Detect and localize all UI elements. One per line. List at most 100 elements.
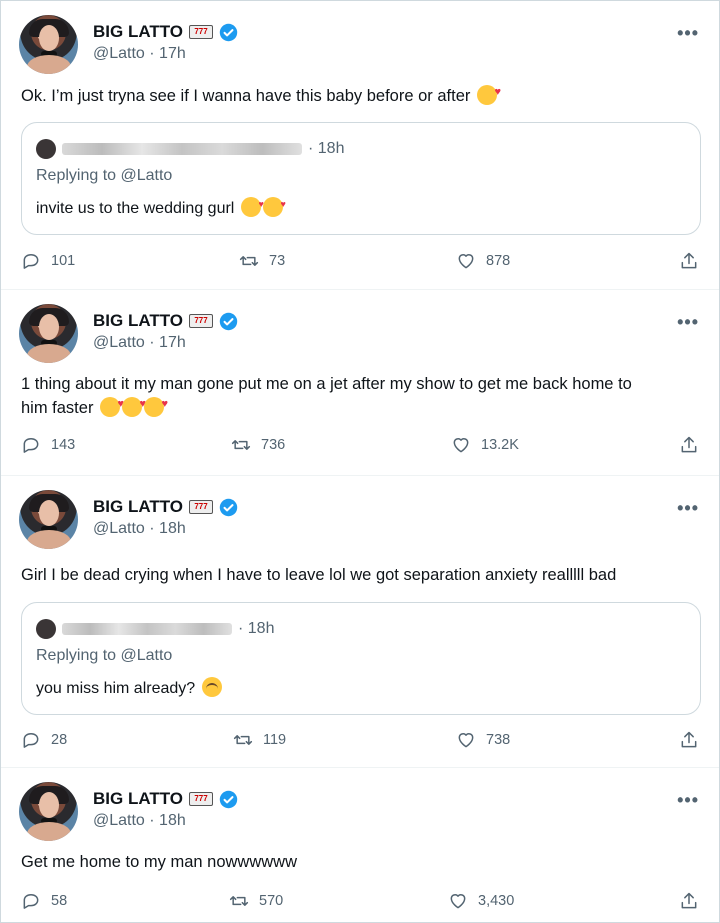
smiling-face-with-hearts-icon bbox=[122, 392, 146, 417]
author-row: BIG LATTO 777 bbox=[93, 496, 238, 518]
quote-text: you miss him already? bbox=[36, 677, 222, 698]
handle-row: @Latto · 17h bbox=[93, 45, 186, 62]
avatar[interactable] bbox=[19, 304, 78, 363]
reply-count: 28 bbox=[51, 732, 68, 748]
replying-to: Replying to @Latto bbox=[36, 647, 173, 664]
like-count: 13.2K bbox=[481, 437, 519, 453]
reply-button[interactable]: 58 bbox=[21, 890, 67, 912]
tweet-time[interactable]: 18h bbox=[159, 812, 186, 829]
verified-badge-icon bbox=[219, 312, 238, 330]
reply-count: 101 bbox=[51, 253, 76, 269]
retweet-count: 736 bbox=[261, 437, 286, 453]
slot-machine-icon: 777 bbox=[189, 792, 214, 806]
author-handle[interactable]: @Latto bbox=[93, 45, 145, 62]
like-count: 3,430 bbox=[478, 893, 515, 909]
quoted-tweet[interactable]: · 18h Replying to @Latto invite us to th… bbox=[21, 122, 701, 235]
retweet-button[interactable]: 73 bbox=[239, 250, 285, 272]
quote-time: · 18h bbox=[308, 140, 345, 157]
retweet-icon bbox=[233, 735, 253, 745]
tweet[interactable]: BIG LATTO 777 @Latto · 17h ••• Ok. I’m j… bbox=[1, 1, 719, 290]
author-name[interactable]: BIG LATTO bbox=[93, 789, 183, 809]
tweet-text: Ok. I’m just tryna see if I wanna have t… bbox=[21, 80, 701, 108]
slot-machine-icon: 777 bbox=[189, 25, 214, 39]
kissing-face-icon bbox=[240, 197, 264, 217]
quote-time: · 18h bbox=[238, 620, 275, 637]
tweet-actions: 58 570 3,430 bbox=[1, 890, 719, 912]
share-icon bbox=[681, 892, 697, 909]
share-button[interactable] bbox=[679, 434, 699, 456]
avatar[interactable] bbox=[19, 490, 78, 549]
share-button[interactable] bbox=[679, 250, 699, 272]
quote-text-content: invite us to the wedding gurl bbox=[36, 200, 235, 217]
reply-button[interactable]: 101 bbox=[21, 250, 75, 272]
like-button[interactable]: 878 bbox=[456, 250, 510, 272]
reply-count: 58 bbox=[51, 893, 68, 909]
more-options-icon[interactable]: ••• bbox=[677, 312, 699, 333]
tweet-actions: 28 119 738 bbox=[1, 729, 719, 751]
author-name[interactable]: BIG LATTO bbox=[93, 22, 183, 42]
like-count: 738 bbox=[486, 732, 511, 748]
tweet-time[interactable]: 18h bbox=[159, 520, 186, 537]
share-button[interactable] bbox=[679, 890, 699, 912]
tweet-time[interactable]: 17h bbox=[159, 45, 186, 62]
author-handle[interactable]: @Latto bbox=[93, 334, 145, 351]
tweet-text-content: him faster bbox=[21, 399, 94, 417]
heart-icon bbox=[458, 254, 474, 269]
author-name[interactable]: BIG LATTO bbox=[93, 311, 183, 331]
slot-machine-icon: 777 bbox=[189, 500, 214, 514]
author-handle[interactable]: @Latto bbox=[93, 812, 145, 829]
tweet-time[interactable]: 17h bbox=[159, 334, 186, 351]
share-button[interactable] bbox=[679, 729, 699, 751]
handle-row: @Latto · 18h bbox=[93, 520, 186, 537]
share-icon bbox=[681, 436, 697, 453]
quote-avatar bbox=[36, 619, 56, 639]
tweet[interactable]: BIG LATTO 777 @Latto · 18h ••• Get me ho… bbox=[1, 768, 719, 922]
more-options-icon[interactable]: ••• bbox=[677, 790, 699, 811]
reply-count: 143 bbox=[51, 437, 76, 453]
retweet-button[interactable]: 119 bbox=[233, 729, 286, 751]
heart-icon bbox=[453, 438, 469, 453]
tweet[interactable]: BIG LATTO 777 @Latto · 18h ••• Girl I be… bbox=[1, 476, 719, 768]
quote-text: invite us to the wedding gurl bbox=[36, 197, 286, 218]
face-with-rolling-eyes-icon bbox=[201, 677, 222, 697]
retweet-icon bbox=[231, 440, 251, 450]
smiling-face-with-hearts-icon bbox=[476, 80, 501, 105]
handle-row: @Latto · 17h bbox=[93, 334, 186, 351]
more-options-icon[interactable]: ••• bbox=[677, 23, 699, 44]
author-name[interactable]: BIG LATTO bbox=[93, 497, 183, 517]
verified-badge-icon bbox=[219, 790, 238, 808]
kissing-face-icon bbox=[262, 197, 286, 217]
author-row: BIG LATTO 777 bbox=[93, 788, 238, 810]
reply-button[interactable]: 143 bbox=[21, 434, 75, 456]
author-row: BIG LATTO 777 bbox=[93, 310, 238, 332]
tweet-actions: 143 736 13.2K bbox=[1, 434, 719, 456]
like-button[interactable]: 13.2K bbox=[451, 434, 519, 456]
heart-icon bbox=[450, 894, 466, 909]
retweet-count: 570 bbox=[259, 893, 284, 909]
like-count: 878 bbox=[486, 253, 511, 269]
retweet-icon bbox=[229, 896, 249, 906]
quote-author-row: · 18h bbox=[36, 617, 274, 641]
tweet-text-line: him faster bbox=[21, 392, 701, 420]
more-options-icon[interactable]: ••• bbox=[677, 498, 699, 519]
quote-avatar bbox=[36, 139, 56, 159]
reply-icon bbox=[23, 894, 39, 909]
avatar[interactable] bbox=[19, 782, 78, 841]
replying-to: Replying to @Latto bbox=[36, 167, 173, 184]
smiling-face-with-hearts-icon bbox=[144, 392, 168, 417]
retweet-button[interactable]: 736 bbox=[231, 434, 285, 456]
reply-button[interactable]: 28 bbox=[21, 729, 67, 751]
like-button[interactable]: 738 bbox=[456, 729, 510, 751]
tweet-text-content: Ok. I’m just tryna see if I wanna have t… bbox=[21, 87, 471, 105]
heart-icon bbox=[458, 733, 474, 748]
redacted-author bbox=[62, 143, 302, 155]
verified-badge-icon bbox=[219, 23, 238, 41]
author-handle[interactable]: @Latto bbox=[93, 520, 145, 537]
retweet-button[interactable]: 570 bbox=[229, 890, 283, 912]
redacted-author bbox=[62, 623, 232, 635]
tweet[interactable]: BIG LATTO 777 @Latto · 17h ••• 1 thing a… bbox=[1, 290, 719, 476]
share-icon bbox=[681, 252, 697, 269]
avatar[interactable] bbox=[19, 15, 78, 74]
like-button[interactable]: 3,430 bbox=[448, 890, 514, 912]
quoted-tweet[interactable]: · 18h Replying to @Latto you miss him al… bbox=[21, 602, 701, 715]
